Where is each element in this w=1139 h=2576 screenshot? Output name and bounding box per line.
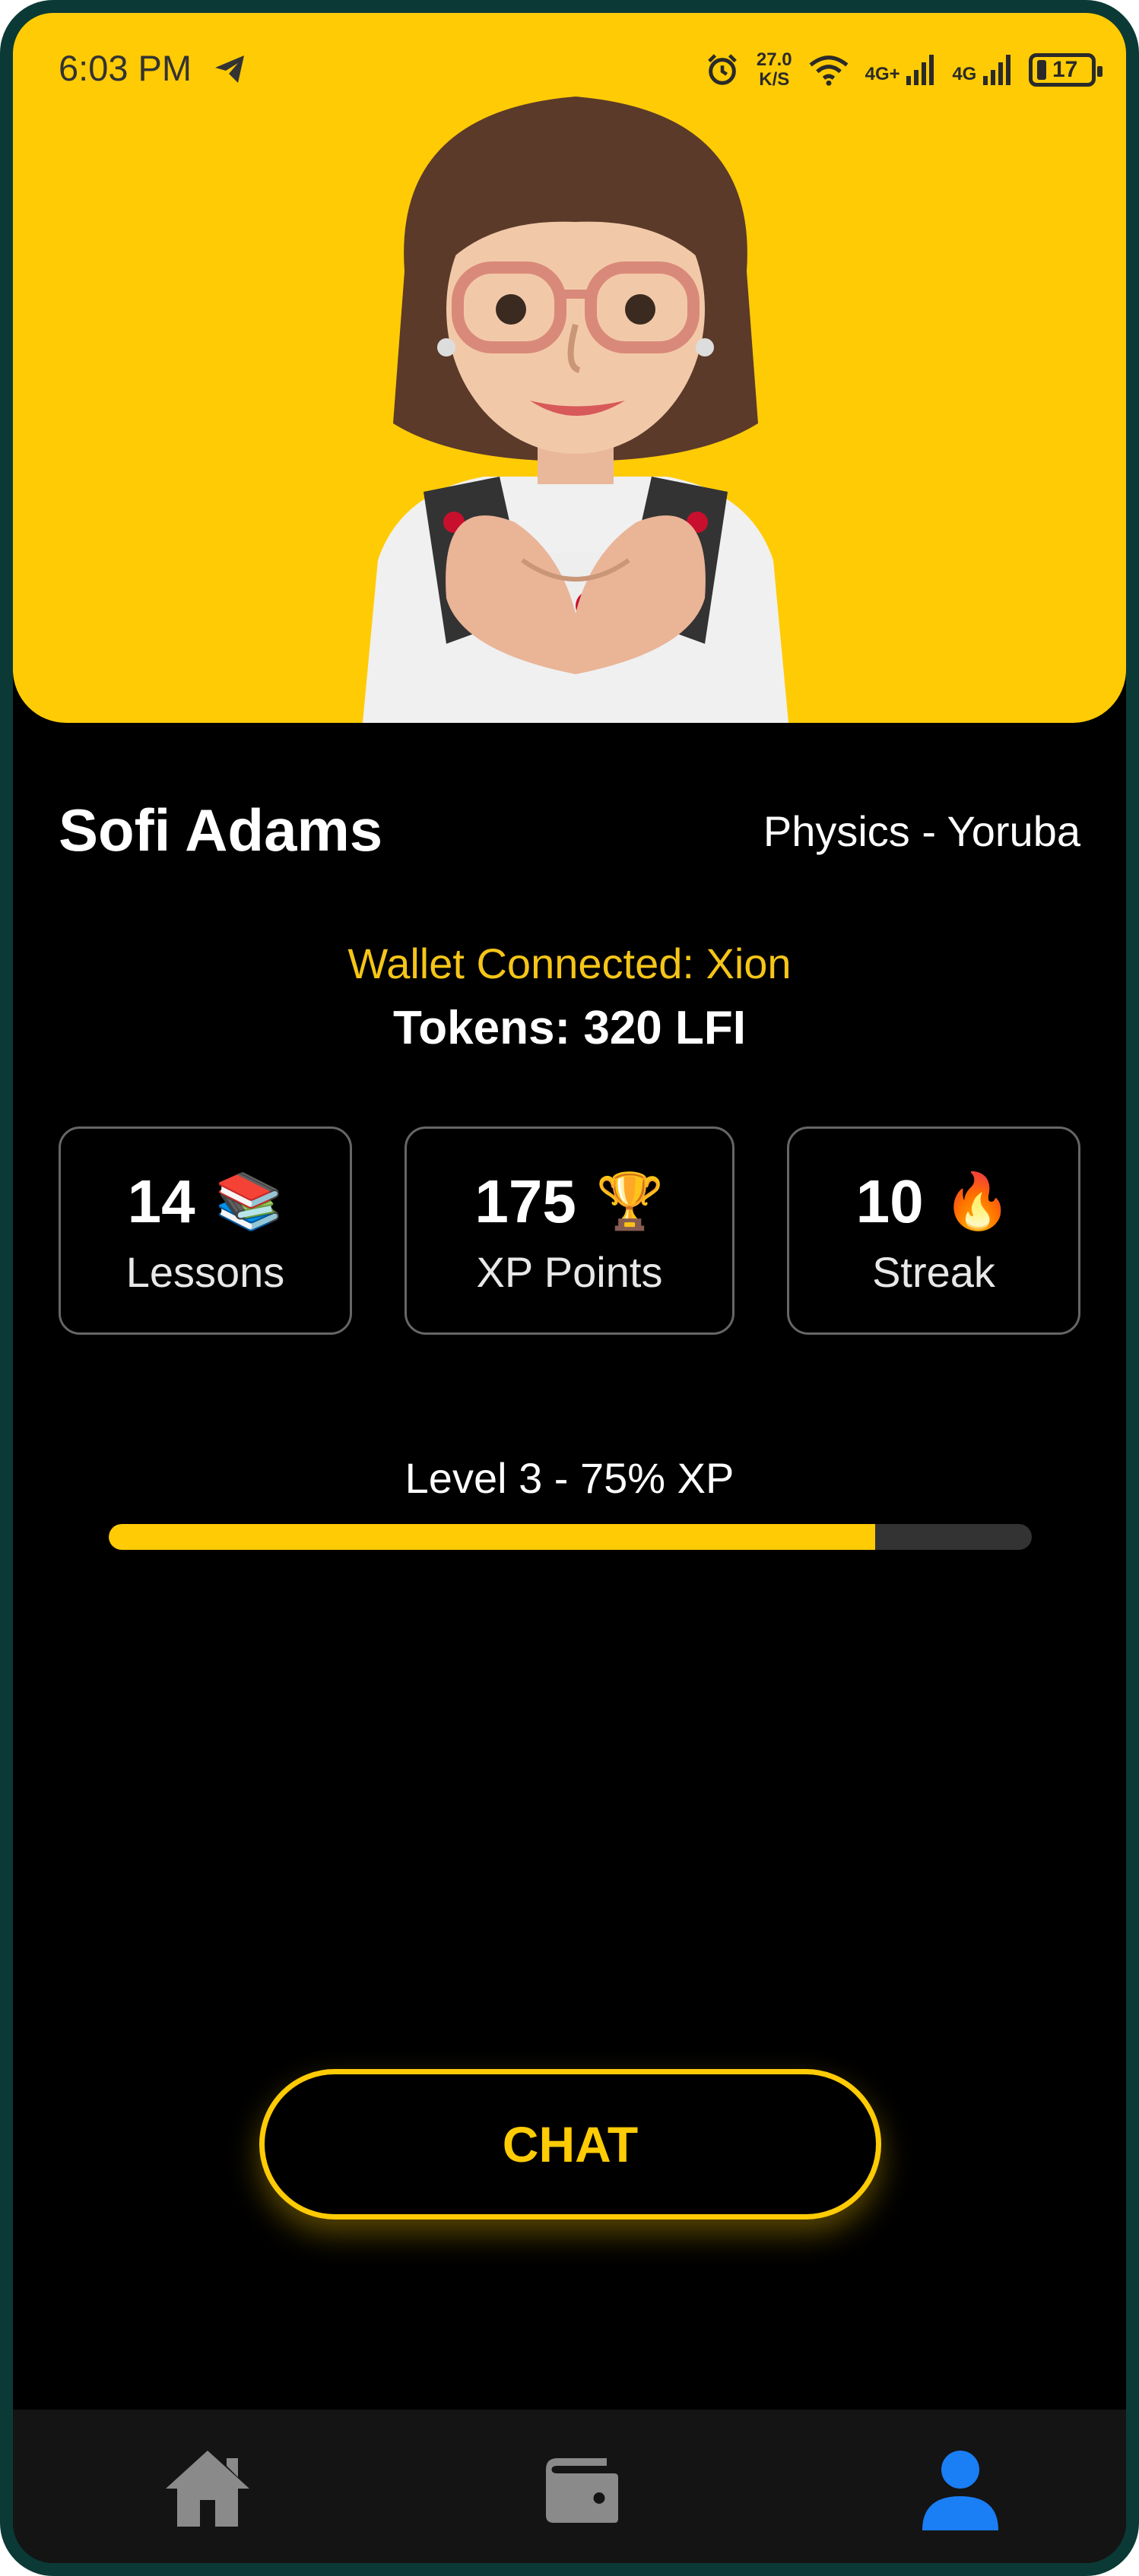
profile-subject: Physics - Yoruba (763, 807, 1080, 855)
trophy-icon: 🏆 (595, 1171, 665, 1232)
home-icon[interactable] (162, 2443, 253, 2534)
profile-name: Sofi Adams (59, 797, 383, 863)
stat-card-lessons: 14 📚 Lessons (59, 1126, 352, 1335)
stat-value: 175 (474, 1168, 576, 1235)
signal-bars-icon (983, 55, 1011, 85)
profile-icon[interactable] (915, 2443, 1006, 2534)
stat-card-streak: 10 🔥 Streak (787, 1126, 1080, 1335)
battery-level: 17 (1052, 57, 1078, 82)
stat-value: 10 (855, 1168, 924, 1235)
books-icon: 📚 (214, 1171, 284, 1232)
memoji-avatar (363, 97, 788, 723)
phone-frame: 6:03 PM 27.0 K/S 4G+ 4G 17 Sofi Adams Ph… (0, 0, 1139, 2576)
signal-2: 4G (952, 55, 1012, 85)
token-balance: Tokens: 320 LFI (393, 1002, 746, 1054)
fire-icon: 🔥 (943, 1171, 1012, 1232)
signal-bars-icon (906, 55, 934, 85)
status-time: 6:03 PM (59, 48, 192, 88)
bottom-nav (13, 2410, 1126, 2563)
xp-progress-fill (109, 1524, 875, 1550)
battery-icon: 17 (1029, 53, 1103, 87)
signal-1: 4G+ (865, 55, 936, 85)
profile-header: 6:03 PM 27.0 K/S 4G+ 4G 17 (13, 13, 1126, 723)
stat-label: Lessons (125, 1248, 285, 1296)
network-type-2: 4G (952, 64, 977, 84)
stat-label: XP Points (476, 1248, 663, 1296)
stat-value: 14 (127, 1168, 195, 1235)
chat-button[interactable]: CHAT (259, 2069, 881, 2220)
level-label: Level 3 - 75% XP (405, 1454, 734, 1502)
wallet-icon[interactable] (535, 2443, 626, 2534)
stat-label: Streak (872, 1248, 995, 1296)
stat-card-xp: 175 🏆 XP Points (405, 1126, 734, 1335)
telegram-icon (215, 55, 244, 83)
xp-progress-bar (109, 1524, 1032, 1550)
wallet-status: Wallet Connected: Xion (347, 939, 792, 987)
network-type-1: 4G+ (865, 64, 900, 84)
